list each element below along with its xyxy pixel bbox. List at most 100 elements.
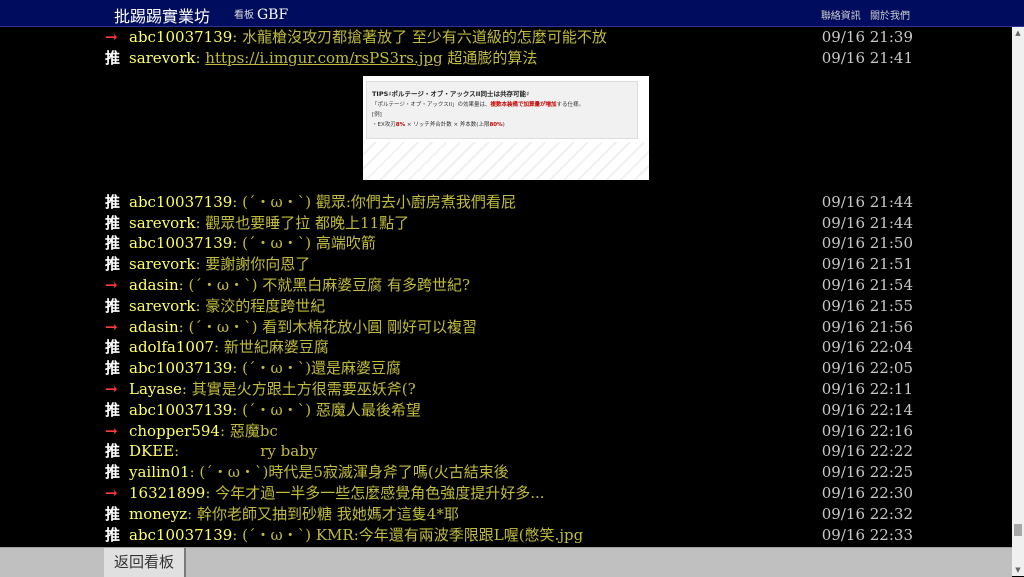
push-tag: →	[105, 318, 118, 336]
push-content: (´・ω・`) 高端吹箭	[242, 234, 376, 252]
push-time: 09/16 21:39	[821, 28, 913, 46]
tips-line-3: ・EX攻刃8% × リッチ斧合計数 × 斧本数(上限80%)	[372, 122, 505, 128]
push-user: abc10037139	[129, 359, 233, 377]
push-content: ry baby	[183, 442, 318, 460]
push-row: → Layase: 其實是火方跟土方很需要巫妖斧(? 09/16 22:11	[105, 380, 913, 398]
push-time: 09/16 22:25	[821, 463, 913, 481]
push-row: 推 yailin01: (´・ω・`)時代是5寂滅渾身斧了嗎(火古結束後 09/1…	[105, 463, 913, 481]
scroll-thumb[interactable]	[1014, 524, 1022, 536]
push-content: (´・ω・`) 惡魔人最後希望	[242, 401, 421, 419]
push-tag: 推	[105, 526, 121, 544]
push-user: sarevork	[129, 214, 196, 232]
push-content: 惡魔bc	[229, 422, 278, 440]
scroll-down-arrow-icon[interactable]: ▼	[1012, 564, 1024, 576]
push-row: 推 sarevork: 豪洨的程度跨世紀 09/16 21:55	[105, 297, 913, 315]
push-user: DKEE	[129, 442, 175, 460]
push-row: 推 abc10037139: (´・ω・`)還是麻婆豆腐 09/16 22:05	[105, 359, 913, 377]
push-tag: 推	[105, 505, 121, 523]
push-content: 今年才過一半多一些怎麼感覺角色強度提升好多...	[215, 484, 545, 502]
push-user: chopper594	[129, 422, 220, 440]
push-user: abc10037139	[129, 401, 233, 419]
bottom-bar: 返回看板	[0, 547, 1012, 577]
push-time: 09/16 22:11	[821, 380, 913, 398]
push-content: (´・ω・`) 看到木棉花放小圓 剛好可以複習	[188, 318, 477, 336]
push-row: 推 abc10037139: (´・ω・`) 惡魔人最後希望 09/16 22:1…	[105, 401, 913, 419]
push-content: 水龍槍沒攻刃都搶著放了 至少有六道級的怎麼可能不放	[242, 28, 607, 46]
push-list: → abc10037139: 水龍槍沒攻刃都搶著放了 至少有六道級的怎麼可能不放 …	[0, 27, 1012, 547]
push-row: 推 moneyz: 幹你老師又抽到砂糖 我她媽才這隻4*耶 09/16 22:32	[105, 505, 913, 523]
push-user: adolfa1007	[129, 338, 215, 356]
push-time: 09/16 22:22	[821, 442, 913, 460]
push-tag: 推	[105, 297, 121, 315]
push-tag: 推	[105, 359, 121, 377]
push-row: 推 sarevork: https://i.imgur.com/rsPS3rs.j…	[105, 49, 913, 67]
push-user: moneyz	[129, 505, 188, 523]
tips-title: TIPS♯ポルテージ・オブ・アックスII同士は共存可能♯	[372, 90, 530, 98]
push-time: 09/16 22:16	[821, 422, 913, 440]
embedded-image-preview[interactable]: TIPS♯ポルテージ・オブ・アックスII同士は共存可能♯ 「ポルテージ・オブ・ア…	[363, 76, 649, 180]
about-link[interactable]: 關於我們	[870, 11, 910, 22]
push-row: 推 adolfa1007: 新世紀麻婆豆腐 09/16 22:04	[105, 338, 913, 356]
push-user: abc10037139	[129, 28, 233, 46]
push-user: sarevork	[129, 297, 196, 315]
push-user: sarevork	[129, 255, 196, 273]
push-content: (´・ω・`)時代是5寂滅渾身斧了嗎(火古結束後	[199, 463, 509, 481]
scroll-up-arrow-icon[interactable]: ▲	[1012, 27, 1024, 39]
push-row: 推 abc10037139: (´・ω・`) 高端吹箭 09/16 21:50	[105, 234, 913, 252]
push-time: 09/16 22:04	[821, 338, 913, 356]
top-links: 聯絡資訊 關於我們	[815, 7, 910, 22]
push-row: → abc10037139: 水龍槍沒攻刃都搶著放了 至少有六道級的怎麼可能不放 …	[105, 28, 913, 46]
push-content: (´・ω・`) 不就黑白麻婆豆腐 有多跨世紀?	[188, 276, 470, 294]
push-tag: 推	[105, 214, 121, 232]
push-time: 09/16 21:44	[821, 214, 913, 232]
push-time: 09/16 21:54	[821, 276, 913, 294]
push-tag: 推	[105, 401, 121, 419]
push-time: 09/16 21:41	[821, 49, 913, 67]
push-tag: 推	[105, 49, 121, 67]
push-content: 新世紀麻婆豆腐	[223, 338, 329, 356]
push-tag: 推	[105, 234, 121, 252]
image-decoration	[363, 142, 649, 180]
push-time: 09/16 21:51	[821, 255, 913, 273]
push-user: sarevork	[129, 49, 196, 67]
imgur-link[interactable]: https://i.imgur.com/rsPS3rs.jpg	[205, 49, 442, 67]
vertical-scrollbar[interactable]: ▲ ▼	[1012, 27, 1024, 576]
push-content: (´・ω・`) KMR:今年還有兩波季限跟L喔(憋笑.jpg	[242, 526, 584, 544]
push-tag: 推	[105, 442, 121, 460]
push-row: 推 abc10037139: (´・ω・`) 觀眾:你們去小廚房煮我們看屁 09/…	[105, 193, 913, 211]
push-content: (´・ω・`)還是麻婆豆腐	[242, 359, 402, 377]
board-breadcrumb[interactable]: 看板 GBF	[234, 6, 288, 23]
push-time: 09/16 21:44	[821, 193, 913, 211]
site-brand-link[interactable]: 批踢踢實業坊	[114, 3, 210, 27]
back-to-board-button[interactable]: 返回看板	[104, 548, 186, 577]
push-user: Layase	[129, 380, 182, 398]
board-name-link[interactable]: GBF	[257, 7, 288, 23]
push-user: adasin	[129, 276, 179, 294]
push-tag: 推	[105, 255, 121, 273]
push-time: 09/16 22:14	[821, 401, 913, 419]
push-content: 觀眾也要睡了拉 都晚上11點了	[205, 214, 410, 232]
push-tag: →	[105, 422, 118, 440]
push-user: abc10037139	[129, 234, 233, 252]
push-tag: →	[105, 380, 118, 398]
push-row: 推 sarevork: 要謝謝你向恩了 09/16 21:51	[105, 255, 913, 273]
board-label: 看板	[234, 10, 254, 21]
push-content: 超通膨的算法	[447, 49, 538, 67]
push-user: adasin	[129, 318, 179, 336]
push-row: 推 DKEE: ry baby 09/16 22:22	[105, 442, 913, 460]
push-tag: →	[105, 276, 118, 294]
push-time: 09/16 21:55	[821, 297, 913, 315]
top-bar: 批踢踢實業坊 看板 GBF 聯絡資訊 關於我們	[0, 0, 1024, 27]
push-row: 推 sarevork: 觀眾也要睡了拉 都晚上11點了 09/16 21:44	[105, 214, 913, 232]
push-user: abc10037139	[129, 526, 233, 544]
push-tag: →	[105, 28, 118, 46]
push-time: 09/16 22:05	[821, 359, 913, 377]
tips-line-2: [例]	[372, 112, 382, 118]
push-row: → adasin: (´・ω・`) 看到木棉花放小圓 剛好可以複習 09/16 2…	[105, 318, 913, 336]
push-time: 09/16 21:56	[821, 318, 913, 336]
push-row: 推 abc10037139: (´・ω・`) KMR:今年還有兩波季限跟L喔(憋笑…	[105, 526, 913, 544]
push-user: yailin01	[129, 463, 190, 481]
push-tag: →	[105, 484, 118, 502]
push-user: 16321899	[129, 484, 206, 502]
contact-link[interactable]: 聯絡資訊	[821, 11, 861, 22]
